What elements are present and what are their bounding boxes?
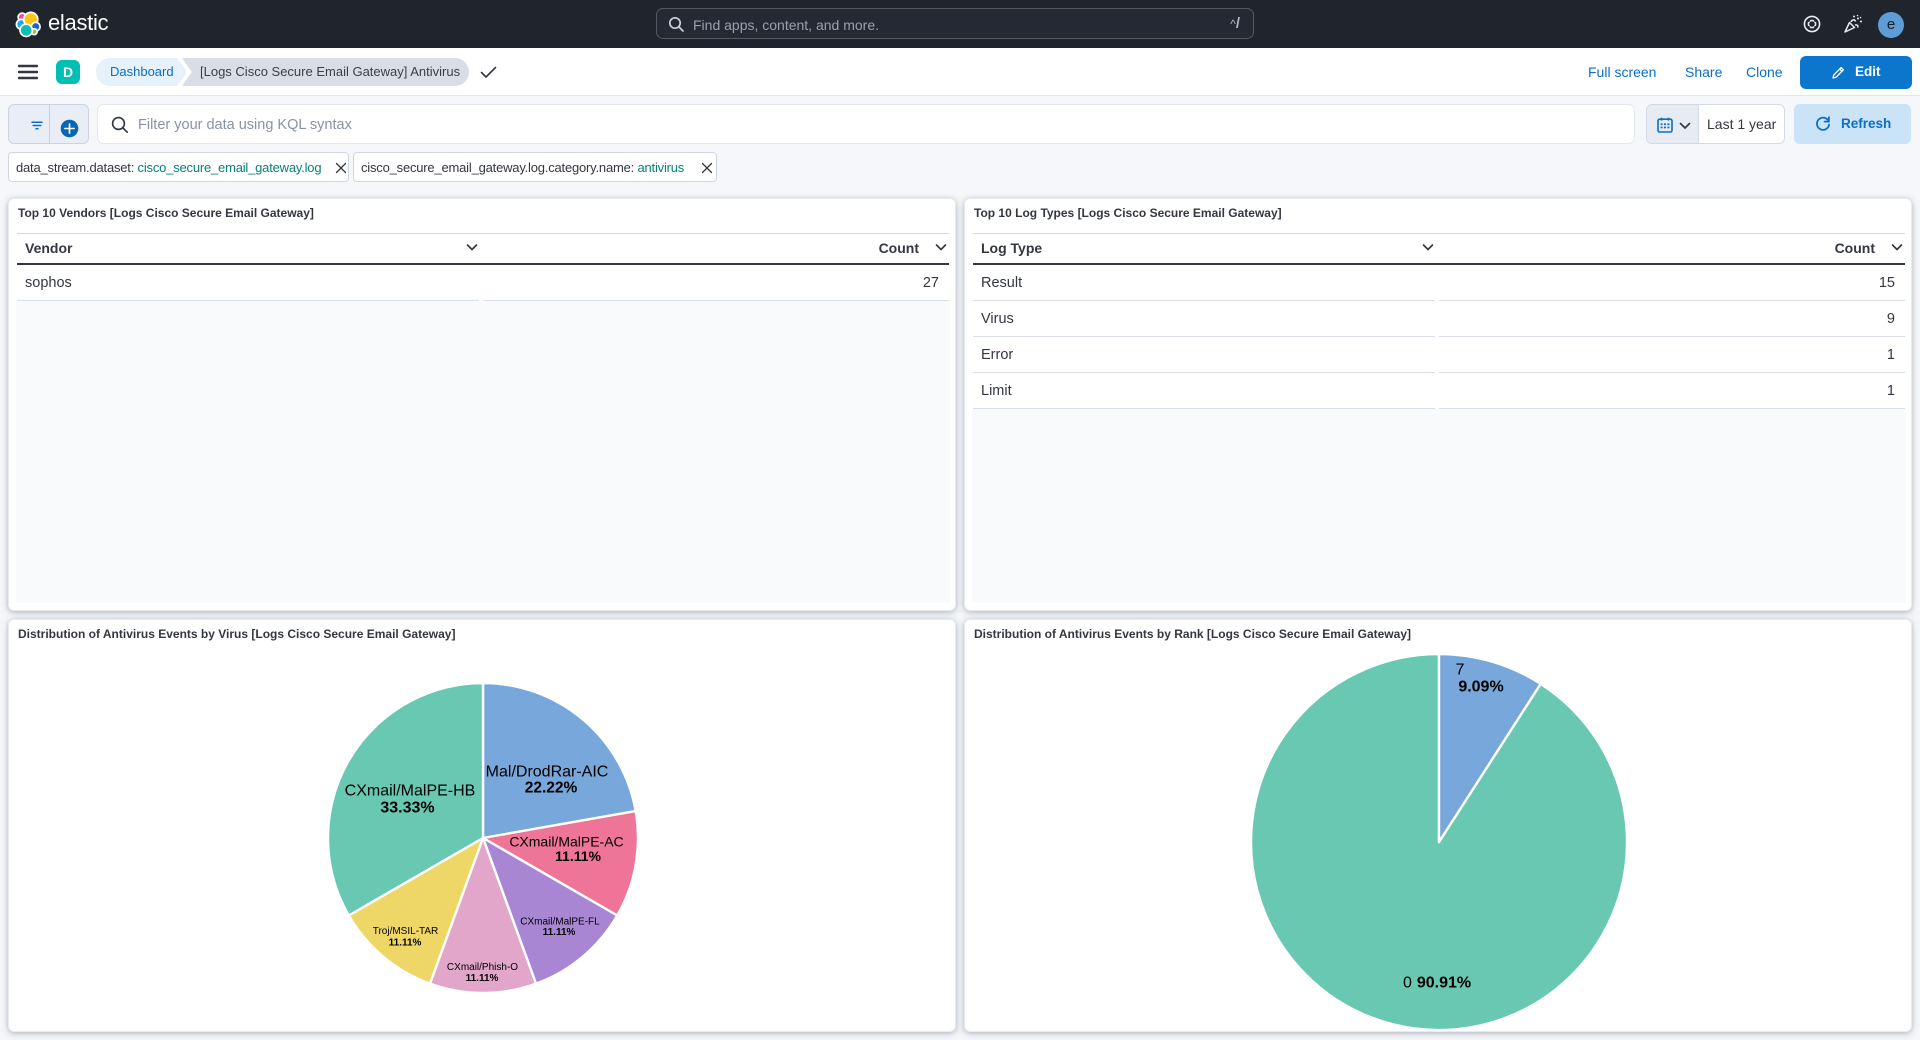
svg-text:90.91%: 90.91% xyxy=(1417,975,1471,992)
svg-text:CXmail/Phish-O: CXmail/Phish-O xyxy=(447,962,518,973)
svg-text:CXmail/MalPE-FL: CXmail/MalPE-FL xyxy=(520,917,600,928)
svg-text:11.11%: 11.11% xyxy=(389,938,422,949)
svg-text:0: 0 xyxy=(1403,975,1412,992)
svg-text:9.09%: 9.09% xyxy=(1458,679,1503,696)
svg-text:11.11%: 11.11% xyxy=(543,927,576,938)
svg-text:7: 7 xyxy=(1456,662,1465,679)
svg-text:CXmail/MalPE-HB: CXmail/MalPE-HB xyxy=(345,783,476,800)
svg-text:Mal/DrodRar-AIC: Mal/DrodRar-AIC xyxy=(486,764,609,781)
svg-text:11.11%: 11.11% xyxy=(555,848,601,864)
svg-text:Troj/MSIL-TAR: Troj/MSIL-TAR xyxy=(373,926,439,937)
svg-text:22.22%: 22.22% xyxy=(525,780,578,797)
svg-text:33.33%: 33.33% xyxy=(380,800,434,817)
svg-text:11.11%: 11.11% xyxy=(466,973,499,984)
